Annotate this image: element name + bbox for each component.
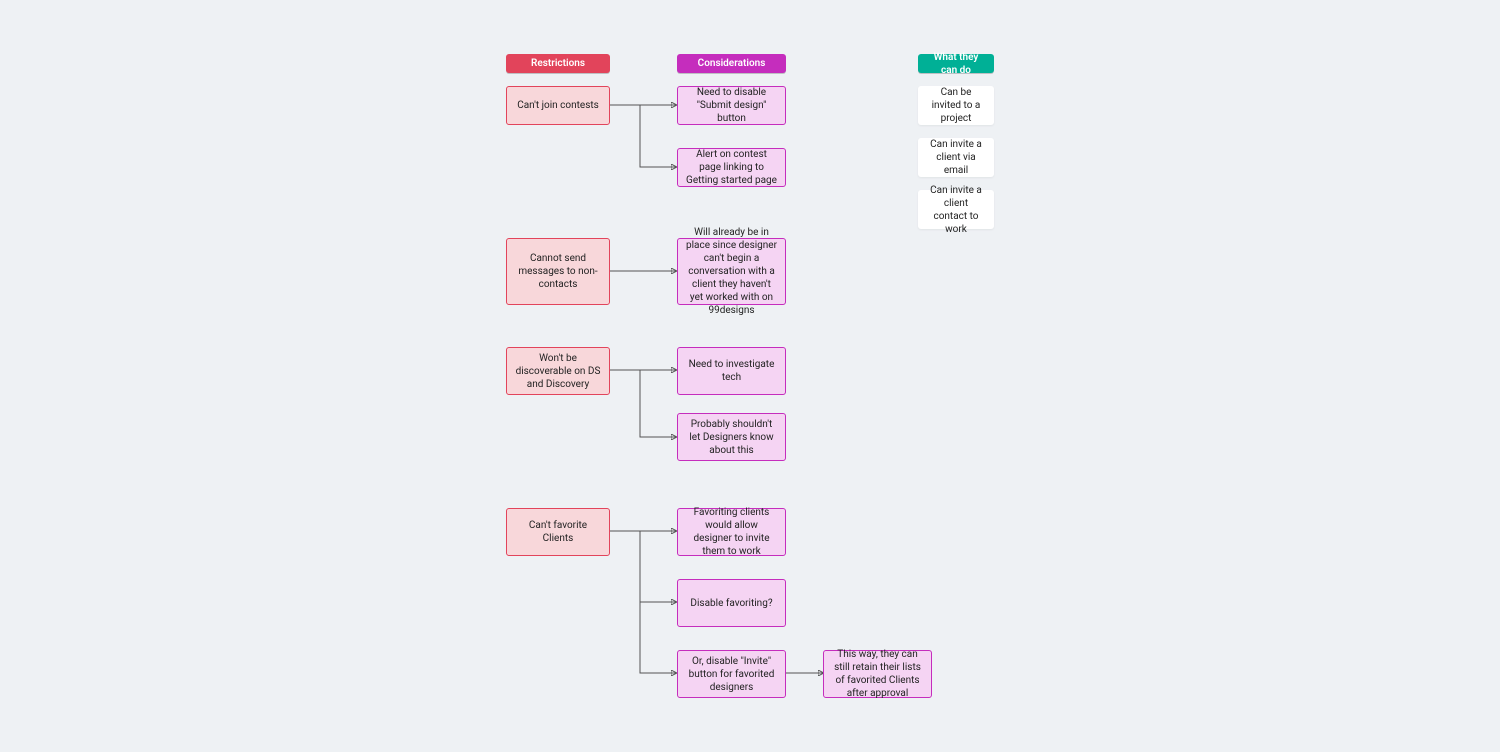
consideration-card[interactable]: Or, disable "Invite" button for favorite… — [677, 650, 786, 698]
restriction-card[interactable]: Cannot send messages to non-contacts — [506, 238, 610, 305]
cando-card[interactable]: Can invite a client via email — [918, 138, 994, 177]
consideration-card[interactable]: Probably shouldn't let Designers know ab… — [677, 413, 786, 461]
consideration-card-extra[interactable]: This way, they can still retain their li… — [823, 650, 932, 698]
header-can-do: What they can do — [918, 54, 994, 73]
consideration-card[interactable]: Disable favoriting? — [677, 579, 786, 627]
cando-card[interactable]: Can be invited to a project — [918, 86, 994, 125]
restriction-card[interactable]: Won't be discoverable on DS and Discover… — [506, 347, 610, 395]
header-considerations: Considerations — [677, 54, 786, 73]
consideration-card[interactable]: Need to investigate tech — [677, 347, 786, 395]
consideration-card[interactable]: Favoriting clients would allow designer … — [677, 508, 786, 556]
restriction-card[interactable]: Can't join contests — [506, 86, 610, 125]
consideration-card[interactable]: Need to disable "Submit design" button — [677, 86, 786, 125]
consideration-card[interactable]: Will already be in place since designer … — [677, 238, 786, 305]
cando-card[interactable]: Can invite a client contact to work — [918, 190, 994, 229]
restriction-card[interactable]: Can't favorite Clients — [506, 508, 610, 556]
header-restrictions: Restrictions — [506, 54, 610, 73]
consideration-card[interactable]: Alert on contest page linking to Getting… — [677, 148, 786, 187]
